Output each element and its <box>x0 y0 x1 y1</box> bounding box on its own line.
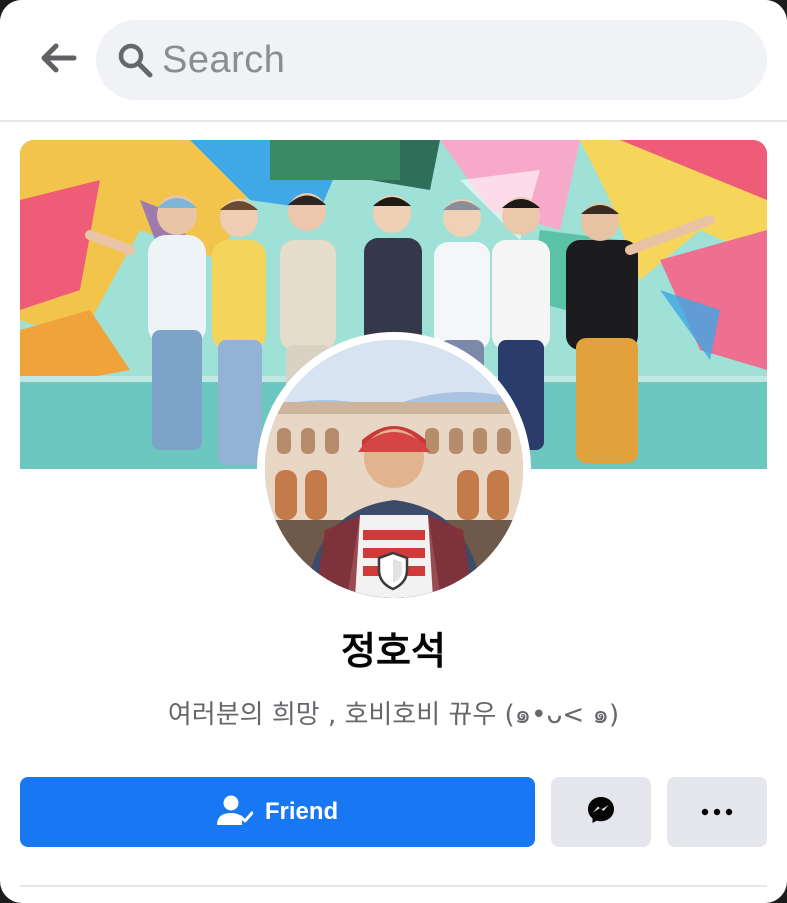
more-dots-icon <box>701 803 733 821</box>
search-input[interactable] <box>160 37 767 83</box>
friend-button-label: Friend <box>264 798 339 825</box>
section-divider <box>20 885 767 887</box>
more-options-button[interactable] <box>667 777 767 847</box>
top-bar <box>0 0 787 122</box>
messenger-icon <box>586 795 616 830</box>
profile-bio: 여러분의 희망 , 호비호비 뀨우 (๑•ᴗ< ๑) <box>167 700 620 730</box>
friend-button[interactable]: Friend <box>20 777 535 847</box>
search-bar[interactable] <box>96 20 767 100</box>
profile-name: 정호석 <box>341 629 446 673</box>
back-arrow-icon <box>38 41 78 80</box>
friend-check-icon <box>216 794 254 831</box>
messenger-button[interactable] <box>551 777 651 847</box>
profile-guard-shield-icon <box>376 551 410 591</box>
search-icon <box>116 41 154 79</box>
profile-screen: 정호석 여러분의 희망 , 호비호비 뀨우 (๑•ᴗ< ๑) Friend <box>0 0 787 903</box>
back-button[interactable] <box>32 38 84 82</box>
